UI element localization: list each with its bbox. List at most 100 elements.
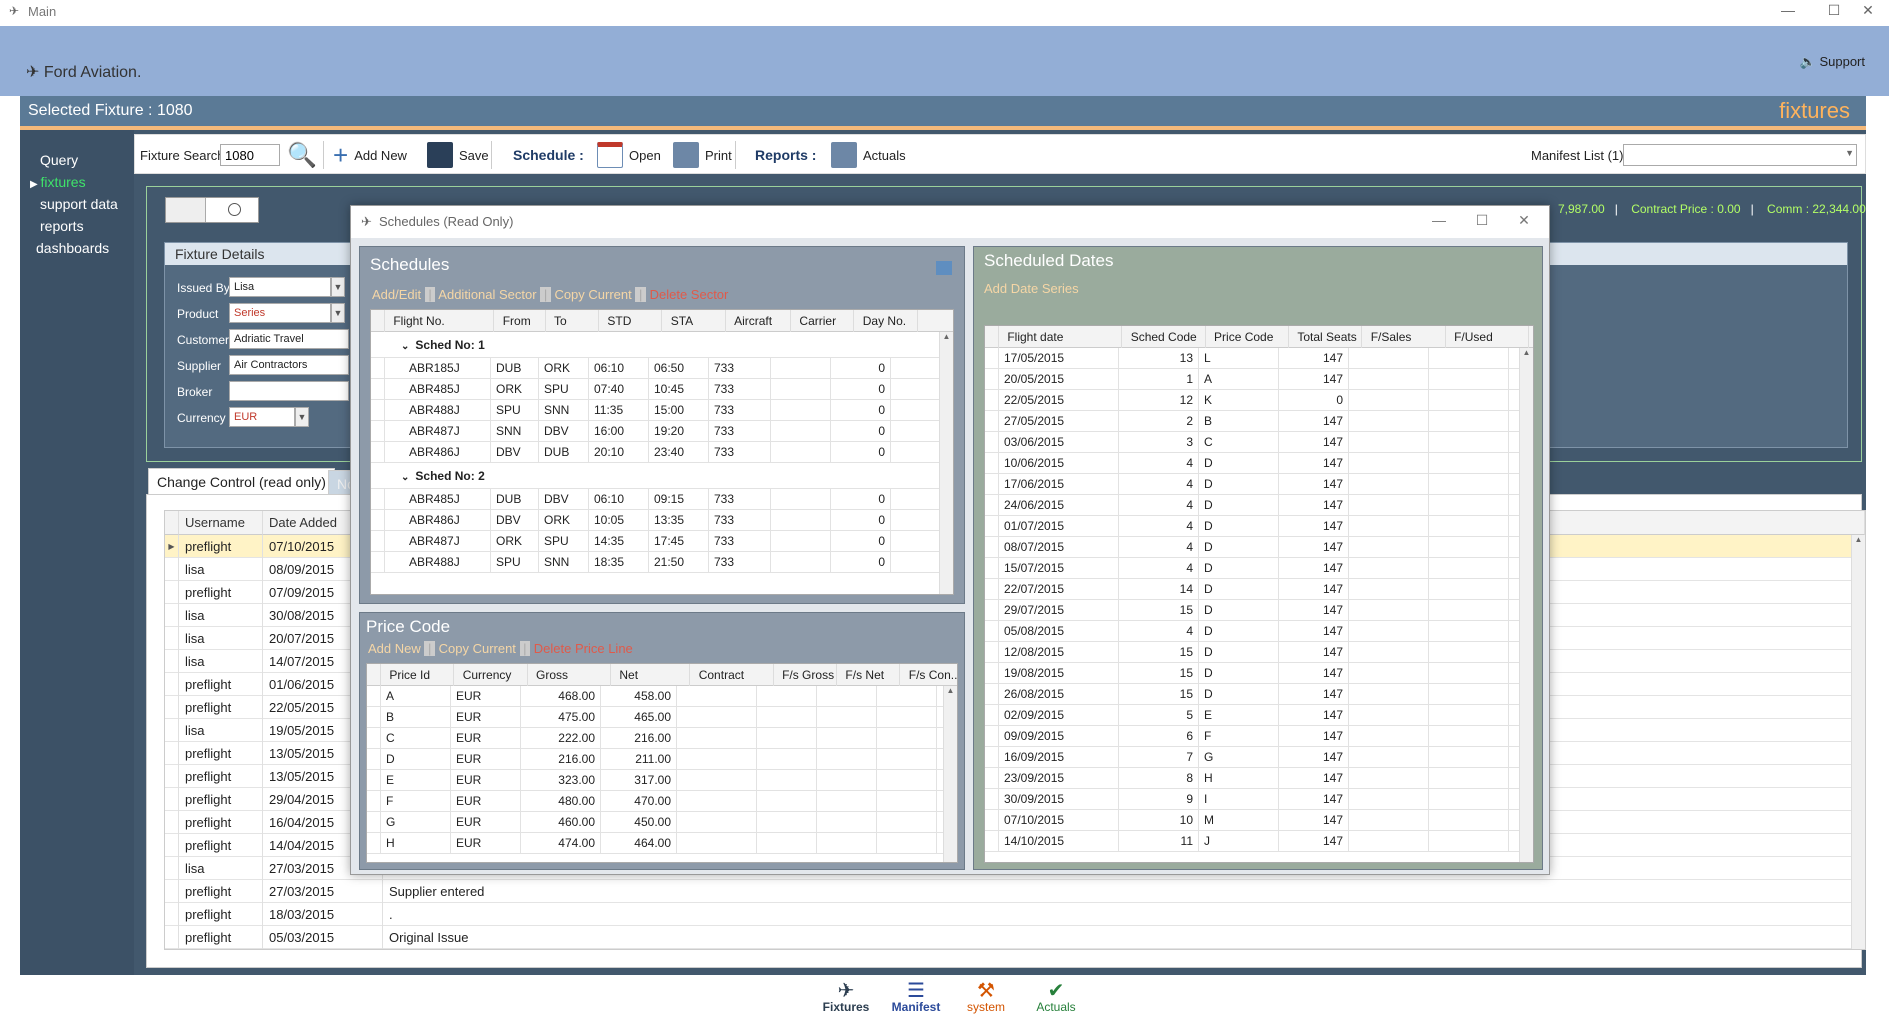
table-row[interactable]: preflight 18/03/2015.: [165, 903, 1865, 926]
table-row[interactable]: D EUR 216.00 211.00: [367, 749, 957, 770]
nav-dashboards[interactable]: dashboards: [36, 240, 109, 256]
row-selector[interactable]: [367, 812, 381, 833]
row-selector[interactable]: [371, 442, 385, 463]
table-row[interactable]: 23/09/2015 8 H 147: [985, 768, 1533, 789]
add-new-price-link[interactable]: Add New: [368, 641, 421, 656]
row-selector[interactable]: [165, 788, 179, 811]
col-fs-net[interactable]: F/s Net: [840, 664, 901, 686]
table-row[interactable]: 22/07/2015 14 D 147: [985, 579, 1533, 600]
table-row[interactable]: 05/08/2015 4 D 147: [985, 621, 1533, 642]
col-fs-gross[interactable]: F/s Gross: [777, 664, 838, 686]
chevron-down-icon[interactable]: ▼: [331, 303, 345, 323]
col-std[interactable]: STD: [602, 310, 663, 332]
table-row[interactable]: ABR485J DUB DBV 06:10 09:15 733 0: [371, 489, 953, 510]
row-selector[interactable]: [165, 880, 179, 903]
row-selector[interactable]: [367, 791, 381, 812]
col-sched-code[interactable]: Sched Code: [1126, 326, 1206, 348]
row-selector[interactable]: [165, 696, 179, 719]
scroll-up-icon[interactable]: ▲: [1520, 348, 1533, 357]
col-flight-date[interactable]: Flight date: [1002, 326, 1123, 348]
nav-support-data[interactable]: support data: [40, 196, 118, 212]
col-net[interactable]: Net: [614, 664, 691, 686]
delete-sector-link[interactable]: Delete Sector: [650, 287, 729, 302]
table-row[interactable]: 22/05/2015 12 K 0: [985, 390, 1533, 411]
nav-fixtures[interactable]: ▶ fixtures: [30, 174, 86, 190]
table-row[interactable]: ABR485J ORK SPU 07:40 10:45 733 0: [371, 379, 953, 400]
row-selector[interactable]: [165, 581, 179, 604]
chevron-down-icon[interactable]: ▼: [331, 277, 345, 297]
col-f-used[interactable]: F/Used: [1449, 326, 1530, 348]
bottom-nav-system[interactable]: ⚒ system: [946, 978, 1026, 1014]
row-selector[interactable]: [985, 831, 999, 852]
save-button[interactable]: Save: [427, 135, 489, 175]
vertical-scrollbar[interactable]: ▲: [1851, 535, 1865, 949]
row-selector[interactable]: [165, 742, 179, 765]
row-selector[interactable]: [165, 834, 179, 857]
col-carrier[interactable]: Carrier: [794, 310, 855, 332]
row-selector[interactable]: [165, 604, 179, 627]
table-row[interactable]: preflight 27/03/2015 Supplier entered: [165, 880, 1865, 903]
table-row[interactable]: 24/06/2015 4 D 147: [985, 495, 1533, 516]
table-row[interactable]: B EUR 475.00 465.00: [367, 707, 957, 728]
copy-current-price-link[interactable]: Copy Current: [439, 641, 516, 656]
col-price-id[interactable]: Price Id: [384, 664, 455, 686]
col-fs-contract[interactable]: F/s Con...: [904, 664, 957, 686]
tab-notes[interactable]: No: [328, 470, 352, 496]
row-selector[interactable]: [371, 379, 385, 400]
table-row[interactable]: H EUR 474.00 464.00: [367, 833, 957, 854]
col-aircraft[interactable]: Aircraft: [729, 310, 792, 332]
row-selector[interactable]: [165, 811, 179, 834]
manifest-list-dropdown[interactable]: ▼: [1623, 144, 1857, 166]
row-selector[interactable]: [367, 770, 381, 791]
table-row[interactable]: 03/06/2015 3 C 147: [985, 432, 1533, 453]
col-username[interactable]: Username: [179, 511, 263, 535]
search-icon[interactable]: 🔍: [287, 135, 317, 175]
row-selector[interactable]: [985, 642, 999, 663]
fixture-search-input[interactable]: [220, 144, 280, 166]
add-date-series-link[interactable]: Add Date Series: [984, 281, 1079, 296]
row-selector[interactable]: [165, 650, 179, 673]
dialog-close-button[interactable]: ✕: [1501, 206, 1547, 236]
row-selector[interactable]: [165, 903, 179, 926]
table-row[interactable]: 07/10/2015 10 M 147: [985, 810, 1533, 831]
table-row[interactable]: 12/08/2015 15 D 147: [985, 642, 1533, 663]
table-row[interactable]: G EUR 460.00 450.00: [367, 812, 957, 833]
col-gross[interactable]: Gross: [531, 664, 612, 686]
row-selector[interactable]: [371, 400, 385, 421]
customer-field[interactable]: Adriatic Travel: [229, 329, 349, 349]
row-selector[interactable]: [985, 348, 999, 369]
schedule-group[interactable]: ⌄ Sched No: 1: [371, 332, 953, 358]
additional-sector-link[interactable]: Additional Sector: [438, 287, 536, 302]
tab-change-control[interactable]: Change Control (read only): [148, 468, 335, 494]
row-selector[interactable]: [985, 810, 999, 831]
row-selector[interactable]: ▶: [165, 535, 179, 558]
row-selector[interactable]: [985, 474, 999, 495]
add-edit-link[interactable]: Add/Edit: [372, 287, 421, 302]
row-selector[interactable]: [371, 421, 385, 442]
row-selector[interactable]: [985, 705, 999, 726]
row-selector[interactable]: [985, 432, 999, 453]
row-selector[interactable]: [985, 684, 999, 705]
row-selector[interactable]: [985, 621, 999, 642]
col-sta[interactable]: STA: [666, 310, 726, 332]
open-schedule-button[interactable]: Open: [597, 135, 661, 175]
table-row[interactable]: preflight 05/03/2015 Original Issue: [165, 926, 1865, 949]
row-selector[interactable]: [165, 673, 179, 696]
col-day-no[interactable]: Day No.: [858, 310, 918, 332]
table-row[interactable]: E EUR 323.00 317.00: [367, 770, 957, 791]
vertical-scrollbar[interactable]: ▲: [943, 686, 957, 862]
table-row[interactable]: ABR486J DBV DUB 20:10 23:40 733 0: [371, 442, 953, 463]
dialog-minimize-button[interactable]: —: [1416, 206, 1462, 236]
table-row[interactable]: 09/09/2015 6 F 147: [985, 726, 1533, 747]
scroll-up-icon[interactable]: ▲: [940, 332, 953, 341]
chevron-down-icon[interactable]: ⌄: [401, 341, 409, 352]
minimize-button[interactable]: —: [1765, 0, 1811, 22]
table-row[interactable]: ABR487J ORK SPU 14:35 17:45 733 0: [371, 531, 953, 552]
grid-view-icon[interactable]: [936, 261, 952, 275]
vertical-scrollbar[interactable]: ▲: [939, 332, 953, 594]
col-flight-no[interactable]: Flight No.: [388, 310, 495, 332]
row-selector[interactable]: [367, 728, 381, 749]
table-row[interactable]: ABR185J DUB ORK 06:10 06:50 733 0: [371, 358, 953, 379]
table-row[interactable]: A EUR 468.00 458.00: [367, 686, 957, 707]
actuals-report-button[interactable]: Actuals: [831, 135, 906, 175]
